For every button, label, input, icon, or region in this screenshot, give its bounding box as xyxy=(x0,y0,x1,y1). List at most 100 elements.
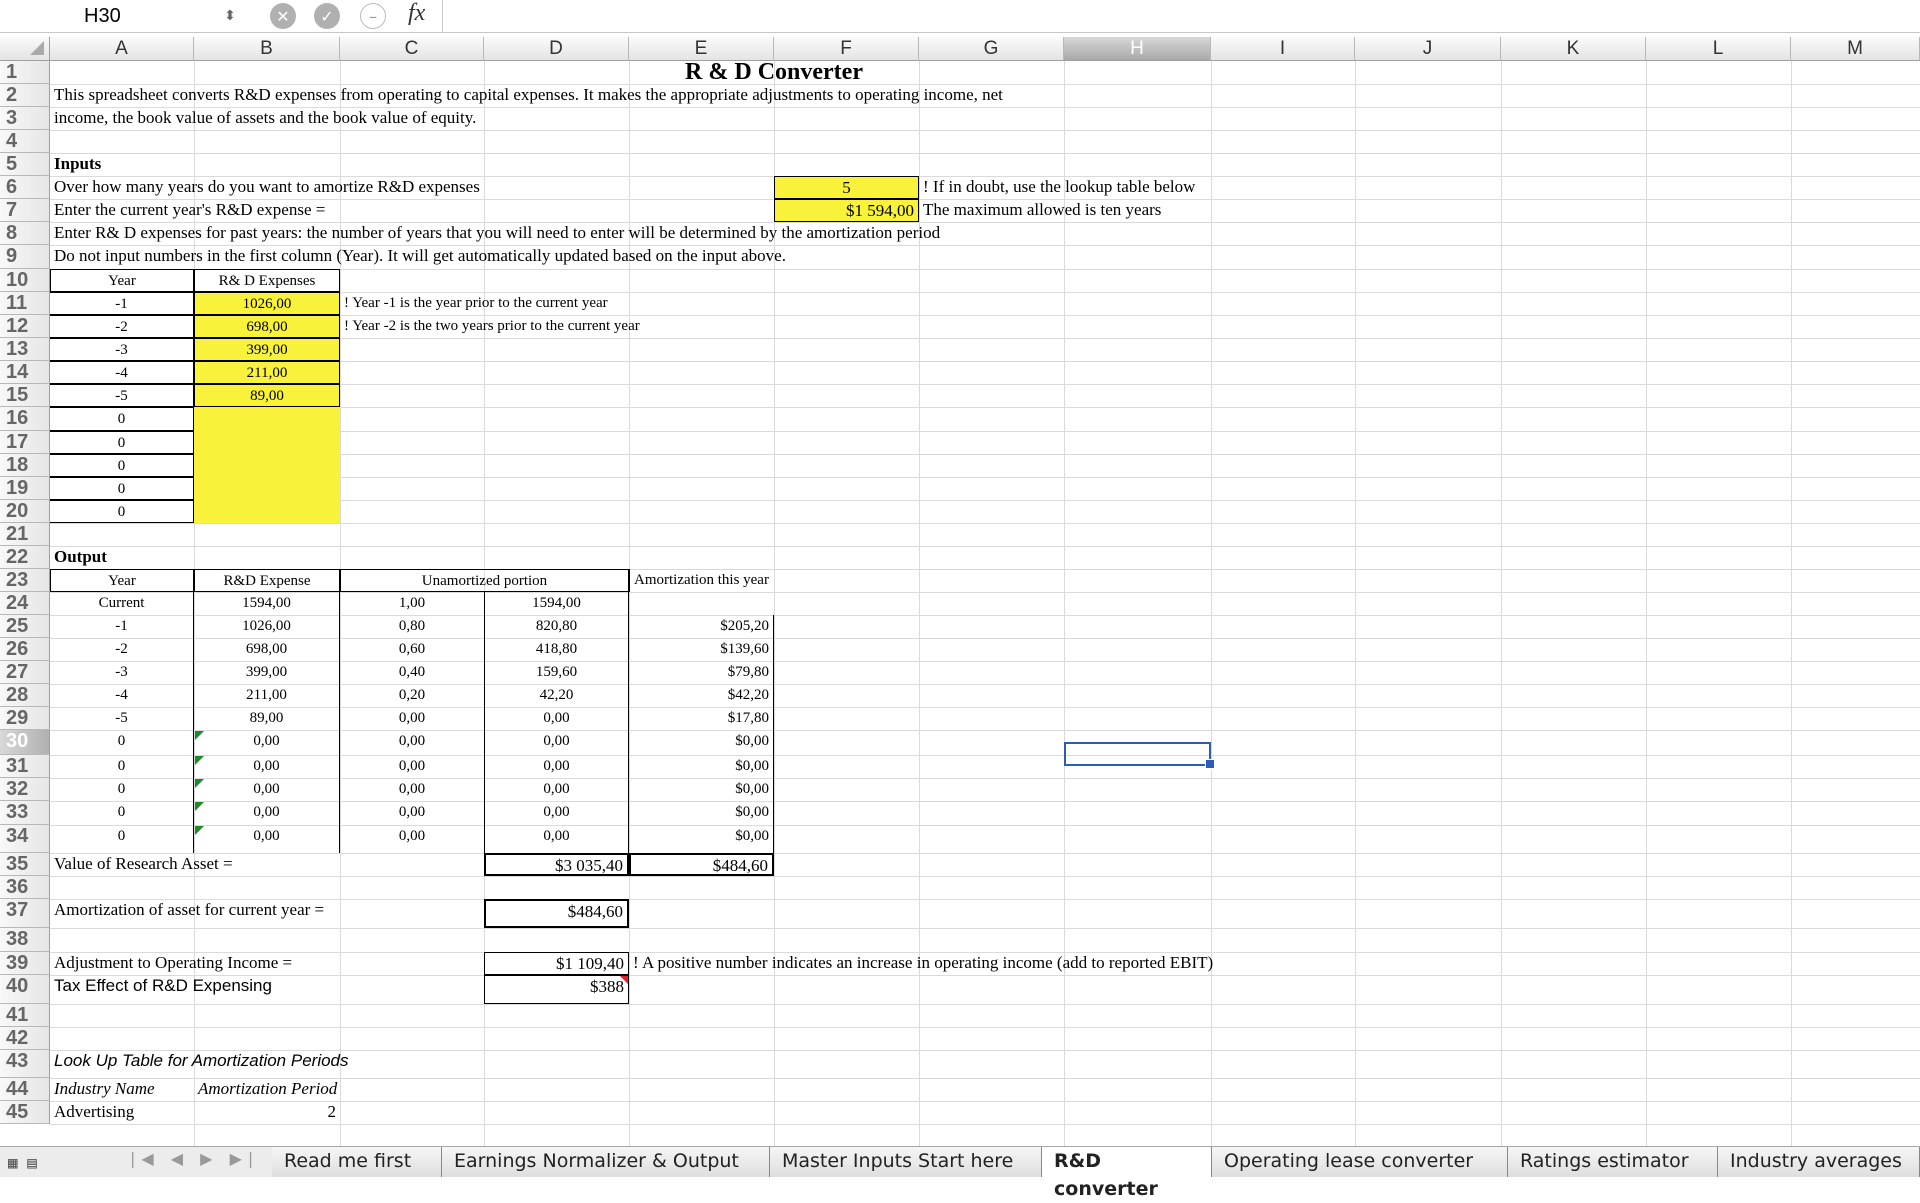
output-amortization-cell[interactable]: $79,80 xyxy=(629,661,774,684)
cancel-icon[interactable]: ✕ xyxy=(270,3,296,29)
column-header-F[interactable]: F xyxy=(774,37,919,61)
input-year-cell[interactable]: -5 xyxy=(50,384,194,407)
row-header-4[interactable]: 4 xyxy=(0,130,50,153)
output-expense-cell[interactable]: 0,00 xyxy=(194,801,340,825)
input-expense-cell[interactable]: 399,00 xyxy=(194,338,340,361)
output-expense-cell[interactable]: 698,00 xyxy=(194,638,340,661)
sheet-title[interactable]: R & D Converter xyxy=(484,60,1064,84)
input-year-cell[interactable]: 0 xyxy=(50,431,194,454)
output-expense-cell[interactable]: 0,00 xyxy=(194,825,340,853)
adjustment-label[interactable]: Adjustment to Operating Income = xyxy=(50,952,484,975)
column-header-E[interactable]: E xyxy=(629,37,774,61)
output-year-cell[interactable]: 0 xyxy=(50,825,194,853)
view-mode-icon[interactable]: ▦ ▤ xyxy=(8,1153,37,1172)
row-header-25[interactable]: 25 xyxy=(0,615,50,638)
output-year-header[interactable]: Year xyxy=(50,569,194,592)
up-down-arrows-icon[interactable]: ⬍ xyxy=(222,4,238,28)
tax-effect-value[interactable]: $388 xyxy=(484,975,629,1004)
row-header-8[interactable]: 8 xyxy=(0,222,50,245)
row-header-40[interactable]: 40 xyxy=(0,975,50,1004)
output-unamortized-cell[interactable]: 0,00 xyxy=(484,825,629,853)
selected-cell-H30[interactable] xyxy=(1064,742,1211,766)
row-header-43[interactable]: 43 xyxy=(0,1050,50,1078)
input-year-header[interactable]: Year xyxy=(50,269,194,292)
output-year-cell[interactable]: 0 xyxy=(50,801,194,825)
output-fraction-cell[interactable]: 0,60 xyxy=(340,638,484,661)
row-header-36[interactable]: 36 xyxy=(0,876,50,899)
function-icon[interactable]: – xyxy=(360,3,386,29)
row-header-18[interactable]: 18 xyxy=(0,454,50,477)
output-amortization-cell[interactable]: $0,00 xyxy=(629,755,774,778)
output-expense-cell[interactable]: 1026,00 xyxy=(194,615,340,638)
column-header-G[interactable]: G xyxy=(919,37,1064,61)
output-expense-cell[interactable]: 89,00 xyxy=(194,707,340,730)
sheet-tab-master-inputs-start-here[interactable]: Master Inputs Start here xyxy=(770,1147,1042,1177)
input-expense-cell[interactable] xyxy=(194,477,340,500)
output-year-cell[interactable]: 0 xyxy=(50,755,194,778)
row-header-26[interactable]: 26 xyxy=(0,638,50,661)
output-fraction-cell[interactable]: 0,40 xyxy=(340,661,484,684)
input-expense-cell[interactable] xyxy=(194,407,340,431)
input-expense-cell[interactable] xyxy=(194,431,340,454)
row-header-41[interactable]: 41 xyxy=(0,1004,50,1027)
input-year-cell[interactable]: -1 xyxy=(50,292,194,315)
sheet-tab-ratings-estimator[interactable]: Ratings estimator xyxy=(1508,1147,1718,1177)
current-rd-label[interactable]: Enter the current year's R&D expense = xyxy=(50,199,774,222)
output-amortization-cell[interactable]: $17,80 xyxy=(629,707,774,730)
column-header-L[interactable]: L xyxy=(1646,37,1791,61)
amortization-years-label[interactable]: Over how many years do you want to amort… xyxy=(50,176,774,199)
output-year-cell[interactable]: -2 xyxy=(50,638,194,661)
input-note-year-2[interactable]: ! Year -2 is the two years prior to the … xyxy=(340,315,774,338)
lookup-industry-cell[interactable]: Advertising xyxy=(50,1101,194,1124)
column-header-H[interactable]: H xyxy=(1064,37,1211,61)
output-amortization-cell[interactable]: $0,00 xyxy=(629,730,774,755)
research-amortization-total[interactable]: $484,60 xyxy=(629,853,774,876)
row-header-19[interactable]: 19 xyxy=(0,477,50,500)
current-rd-note[interactable]: The maximum allowed is ten years xyxy=(919,199,1355,222)
column-header-C[interactable]: C xyxy=(340,37,484,61)
output-expense-cell[interactable]: 0,00 xyxy=(194,778,340,801)
row-header-17[interactable]: 17 xyxy=(0,431,50,454)
input-note-year-1[interactable]: ! Year -1 is the year prior to the curre… xyxy=(340,292,774,315)
row-header-12[interactable]: 12 xyxy=(0,315,50,338)
row-header-14[interactable]: 14 xyxy=(0,361,50,384)
output-fraction-cell[interactable]: 0,00 xyxy=(340,778,484,801)
output-amortization-cell[interactable]: $42,20 xyxy=(629,684,774,707)
row-header-1[interactable]: 1 xyxy=(0,61,50,84)
output-year-cell[interactable]: -3 xyxy=(50,661,194,684)
input-year-cell[interactable]: 0 xyxy=(50,477,194,500)
output-unamortized-cell[interactable]: 820,80 xyxy=(484,615,629,638)
row-header-45[interactable]: 45 xyxy=(0,1101,50,1124)
row-header-33[interactable]: 33 xyxy=(0,801,50,825)
row-header-2[interactable]: 2 xyxy=(0,84,50,107)
output-unamortized-cell[interactable]: 0,00 xyxy=(484,707,629,730)
row-header-5[interactable]: 5 xyxy=(0,153,50,176)
row-header-21[interactable]: 21 xyxy=(0,523,50,546)
row-header-22[interactable]: 22 xyxy=(0,546,50,569)
output-expense-header[interactable]: R&D Expense xyxy=(194,569,340,592)
amortization-years-input[interactable]: 5 xyxy=(774,176,919,199)
adjustment-note[interactable]: ! A positive number indicates an increas… xyxy=(629,952,1355,975)
output-label[interactable]: Output xyxy=(50,546,340,569)
output-amortization-cell[interactable]: $0,00 xyxy=(629,801,774,825)
output-expense-cell[interactable]: 0,00 xyxy=(194,755,340,778)
output-expense-cell[interactable]: 399,00 xyxy=(194,661,340,684)
row-header-42[interactable]: 42 xyxy=(0,1027,50,1050)
output-unamortized-cell[interactable]: 42,20 xyxy=(484,684,629,707)
input-year-cell[interactable]: -3 xyxy=(50,338,194,361)
column-header-B[interactable]: B xyxy=(194,37,340,61)
output-year-cell[interactable]: 0 xyxy=(50,730,194,755)
output-year-cell[interactable]: -5 xyxy=(50,707,194,730)
row-header-27[interactable]: 27 xyxy=(0,661,50,684)
output-year-cell[interactable]: -4 xyxy=(50,684,194,707)
row-header-15[interactable]: 15 xyxy=(0,384,50,407)
output-amortization-cell[interactable]: $205,20 xyxy=(629,615,774,638)
input-expense-header[interactable]: R& D Expenses xyxy=(194,269,340,292)
input-expense-cell[interactable]: 698,00 xyxy=(194,315,340,338)
input-year-cell[interactable]: -2 xyxy=(50,315,194,338)
fx-label[interactable]: fx xyxy=(408,0,425,27)
amortization-years-note[interactable]: ! If in doubt, use the lookup table belo… xyxy=(919,176,1355,199)
sheet-tab-read-me-first[interactable]: Read me first xyxy=(272,1147,442,1177)
research-asset-label[interactable]: Value of Research Asset = xyxy=(50,853,484,876)
output-unamortized-cell[interactable]: 0,00 xyxy=(484,778,629,801)
